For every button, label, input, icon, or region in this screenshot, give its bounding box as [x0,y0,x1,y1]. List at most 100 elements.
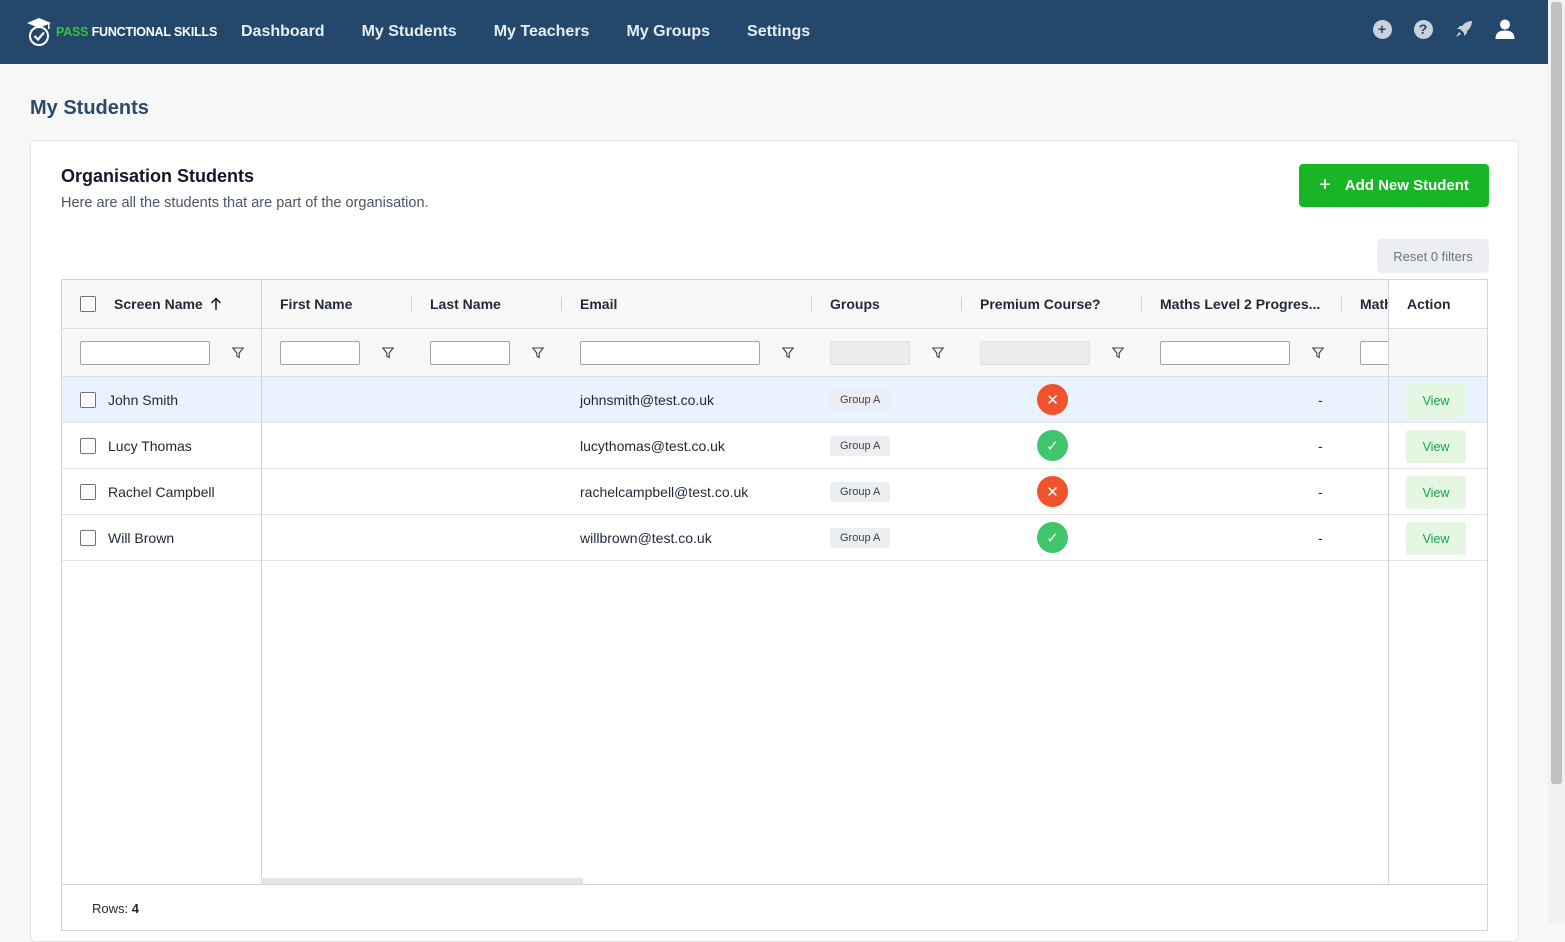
rows-value: 4 [131,901,139,916]
filter-input-maths-truncated[interactable] [1360,340,1388,365]
filter-funnel-icon[interactable] [932,346,944,359]
brand-name: PASS FUNCTIONAL SKILLS [56,25,218,39]
card-subtitle: Here are all the students that are part … [61,195,429,211]
filter-funnel-icon[interactable] [782,346,794,359]
help-circle-icon[interactable]: ? [1412,18,1434,40]
graduation-check-icon [27,18,51,46]
nav-settings[interactable]: Settings [747,23,810,41]
view-button[interactable]: View [1406,384,1466,417]
col-header-last-name[interactable]: Last Name [430,280,501,328]
group-badge: Group A [830,435,891,456]
select-all-checkbox[interactable] [80,296,96,312]
filter-screen-name [80,329,244,376]
cell-screen-name: Lucy Thomas [108,437,192,454]
add-new-student-button[interactable]: + Add New Student [1299,164,1489,207]
check-circle-icon: ✓ [1037,430,1068,461]
cell-maths-level2: - [1318,391,1323,408]
table-row[interactable]: Will Brown willbrown@test.co.uk Group A … [62,515,1487,561]
filter-input-maths-level2[interactable] [1160,340,1290,365]
filter-input-email[interactable] [580,340,760,365]
filter-funnel-icon[interactable] [1112,346,1124,359]
col-header-groups[interactable]: Groups [830,280,880,328]
plus-circle-icon[interactable]: + [1371,18,1393,40]
cell-maths-level2: - [1318,529,1323,546]
nav-links: Dashboard My Students My Teachers My Gro… [241,0,847,64]
row-checkbox-cell [80,377,96,422]
students-card: Organisation Students Here are all the s… [30,140,1519,942]
rocket-icon[interactable] [1453,18,1475,40]
col-resize-handle[interactable] [811,297,812,311]
col-resize-handle[interactable] [961,297,962,311]
col-resize-handle[interactable] [1141,297,1142,311]
row-checkbox[interactable] [80,483,96,500]
page-title: My Students [30,97,149,119]
cell-email: lucythomas@test.co.uk [580,437,725,454]
nav-my-groups[interactable]: My Groups [626,23,710,41]
row-checkbox[interactable] [80,529,96,546]
sort-ascending-icon [210,297,221,310]
pinned-right-divider [1388,280,1389,883]
col-header-screen-name-label: Screen Name [114,296,203,312]
col-header-maths-level2[interactable]: Maths Level 2 Progres... [1160,280,1320,328]
brand-logo[interactable]: PASS FUNCTIONAL SKILLS [26,16,217,48]
page-scrollbar[interactable] [1548,0,1565,923]
filter-maths-truncated [1360,329,1388,376]
cell-groups: Group A [830,377,891,422]
filter-funnel-icon[interactable] [382,346,394,359]
filter-last-name [430,329,544,376]
pinned-action-column: Action View View View View [1389,280,1487,883]
col-header-maths-truncated[interactable]: Math [1360,280,1388,328]
select-all-checkbox-cell[interactable] [80,280,96,328]
cell-maths-level2: - [1318,437,1323,454]
reset-filters-button[interactable]: Reset 0 filters [1377,239,1489,273]
filter-funnel-icon[interactable] [232,346,244,359]
col-header-first-name[interactable]: First Name [280,280,352,328]
rows-label: Rows: [92,901,129,916]
nav-my-teachers[interactable]: My Teachers [494,23,590,41]
table-row[interactable]: John Smith johnsmith@test.co.uk Group A … [62,377,1487,423]
filter-funnel-icon[interactable] [1312,346,1324,359]
col-resize-handle[interactable] [561,297,562,311]
user-icon[interactable] [1494,18,1516,40]
view-button[interactable]: View [1406,476,1466,509]
col-resize-handle[interactable] [1341,297,1342,311]
row-checkbox[interactable] [80,391,96,408]
view-button[interactable]: View [1406,430,1466,463]
col-header-screen-name[interactable]: Screen Name [114,280,222,328]
col-header-email[interactable]: Email [580,280,617,328]
filter-premium [980,329,1124,376]
row-checkbox-cell [80,515,96,560]
cell-screen-name: John Smith [108,391,179,408]
cell-email: johnsmith@test.co.uk [580,391,715,408]
col-header-premium[interactable]: Premium Course? [980,280,1101,328]
nav-my-students[interactable]: My Students [362,23,457,41]
cell-premium: ✓ [1037,515,1068,560]
filter-input-screen-name[interactable] [80,340,210,365]
nav-dashboard[interactable]: Dashboard [241,23,325,41]
table-row[interactable]: Rachel Campbell rachelcampbell@test.co.u… [62,469,1487,515]
row-checkbox-cell [80,423,96,468]
cell-email: willbrown@test.co.uk [580,529,712,546]
nav-icons: + ? [1352,18,1516,40]
cell-groups: Group A [830,515,891,560]
scrollbar-thumb[interactable] [1551,2,1562,784]
cross-circle-icon: ✕ [1037,476,1068,507]
cross-circle-icon: ✕ [1037,384,1068,415]
grid-header-row: Screen Name First Name Last Name Email G… [62,280,1487,329]
filter-input-last-name[interactable] [430,340,510,365]
row-checkbox[interactable] [80,437,96,454]
filter-funnel-icon[interactable] [532,346,544,359]
table-row[interactable]: Lucy Thomas lucythomas@test.co.uk Group … [62,423,1487,469]
students-grid: Screen Name First Name Last Name Email G… [61,279,1488,931]
col-resize-handle[interactable] [411,297,412,311]
filter-input-groups [830,340,910,365]
group-badge: Group A [830,481,891,502]
cell-maths-level2: - [1318,483,1323,500]
add-new-student-label: Add New Student [1344,177,1469,194]
grid-footer: Rows: 4 [62,884,1487,930]
top-navbar: PASS FUNCTIONAL SKILLS Dashboard My Stud… [0,0,1548,64]
grid-filter-row [62,329,1487,377]
view-button[interactable]: View [1406,522,1466,555]
action-filter-spacer [1389,329,1487,377]
filter-input-first-name[interactable] [280,340,360,365]
